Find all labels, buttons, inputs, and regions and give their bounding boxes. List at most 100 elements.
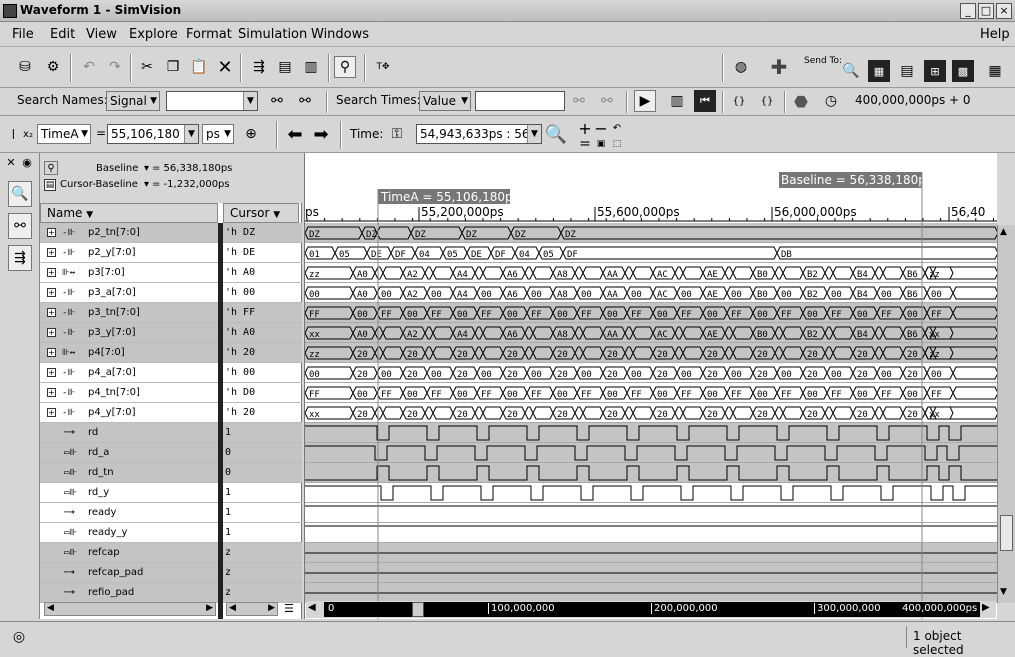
- signal-row-refio-pad[interactable]: ─➜ refio_pad z: [40, 583, 302, 603]
- find-icon[interactable]: ⚯: [8, 213, 32, 239]
- send-to-source-icon[interactable]: ▤: [896, 60, 918, 82]
- cursor-scroll-left-icon[interactable]: ◀: [229, 603, 236, 613]
- search-icon[interactable]: ⚲: [44, 161, 58, 175]
- signal-ungroup-icon[interactable]: ▥: [300, 56, 322, 78]
- signal-group-icon[interactable]: ▤: [274, 56, 296, 78]
- run-icon[interactable]: ▶: [634, 90, 656, 112]
- browse-icon[interactable]: 🔍: [8, 181, 32, 207]
- column-divider[interactable]: [218, 223, 223, 619]
- signal-row-p2-tn[interactable]: + -⊪ p2_tn[7:0] 'h DZ: [40, 223, 302, 243]
- signal-row-p3-tn[interactable]: + -⊪ p3_tn[7:0] 'h FF: [40, 303, 302, 323]
- name-column-header[interactable]: Name ▼: [40, 203, 218, 223]
- zoom-icon[interactable]: 🔍: [545, 123, 567, 145]
- step-icon[interactable]: ▥: [666, 90, 688, 112]
- search-next-icon[interactable]: ⚯: [294, 90, 316, 112]
- close-button[interactable]: ×: [996, 3, 1012, 19]
- send-to-memory-icon[interactable]: ▩: [952, 60, 974, 82]
- reload-icon[interactable]: ⚙: [42, 56, 64, 78]
- cursor-time-input[interactable]: 55,106,180 ▼: [107, 124, 199, 144]
- timeline-right-icon[interactable]: ▶: [982, 602, 990, 613]
- search-times-type-select[interactable]: Value ▼: [419, 91, 471, 111]
- name-scroll-right-icon[interactable]: ▶: [206, 603, 213, 613]
- signal-row-p2-y[interactable]: + -⊪ p2_y[7:0] 'h DE: [40, 243, 302, 263]
- rewind-icon[interactable]: ⏮: [694, 90, 716, 112]
- cursor-options-icon[interactable]: ⊕: [240, 123, 262, 145]
- signal-row-refcap[interactable]: ▭⊪ refcap z: [40, 543, 302, 563]
- vertical-scrollbar[interactable]: ▲ ▼: [997, 225, 1015, 603]
- cursor-column-header[interactable]: Cursor ▼: [223, 203, 299, 223]
- expand-icon[interactable]: +: [47, 268, 56, 277]
- time-range-input[interactable]: 54,943,633ps : 56, ▼: [416, 124, 542, 144]
- transaction-icon[interactable]: T✥: [372, 56, 394, 78]
- expand-icon[interactable]: +: [47, 408, 56, 417]
- expand-icon[interactable]: +: [47, 228, 56, 237]
- signal-row-p4-tn[interactable]: + -⊪ p4_tn[7:0] 'h D0: [40, 383, 302, 403]
- timeline-bar[interactable]: ◀ 0 100,000,000 200,000,000 300,000,000 …: [306, 601, 996, 618]
- expand-icon[interactable]: +: [47, 248, 56, 257]
- scroll-down-icon[interactable]: ▼: [1000, 587, 1007, 597]
- signal-row-p4-y[interactable]: + -⊪ p4_y[7:0] 'h 20: [40, 403, 302, 423]
- waveform-canvas[interactable]: ps 55,200,000ps 55,600,000ps 56,000,000ps 56…: [305, 153, 997, 619]
- signal-row-rd[interactable]: ─➜ rd 1: [40, 423, 302, 443]
- search-signals-icon[interactable]: ⚲: [334, 56, 356, 78]
- cut-icon[interactable]: ✂: [136, 56, 158, 78]
- expand-icon[interactable]: +: [47, 328, 56, 337]
- name-hscrollbar[interactable]: ◀ ▶: [44, 602, 216, 616]
- signal-row-p4[interactable]: + ⊪↔ p4[7:0] 'h 20: [40, 343, 302, 363]
- menu-format[interactable]: Format: [186, 27, 232, 42]
- signal-row-ready[interactable]: ─➜ ready 1: [40, 503, 302, 523]
- menu-edit[interactable]: Edit: [50, 27, 75, 42]
- scroll-up-icon[interactable]: ▲: [1000, 227, 1007, 237]
- signal-row-rd-a[interactable]: ▭⊪ rd_a 0: [40, 443, 302, 463]
- properties-icon[interactable]: ⇶: [8, 245, 32, 271]
- pane-menu-icon[interactable]: ◉: [20, 155, 34, 169]
- timeline-track[interactable]: 0 100,000,000 200,000,000 300,000,000 40…: [324, 602, 980, 617]
- baseline-arrow-icon[interactable]: ▾: [144, 163, 149, 174]
- minimize-button[interactable]: _: [960, 3, 976, 19]
- menu-simulation[interactable]: Simulation: [238, 27, 307, 42]
- signal-row-rd-y[interactable]: ▭⊪ rd_y 1: [40, 483, 302, 503]
- signal-row-p3[interactable]: + ⊪↔ p3[7:0] 'h A0: [40, 263, 302, 283]
- expand-icon[interactable]: +: [47, 368, 56, 377]
- time-lock-icon[interactable]: ⚿: [386, 123, 408, 145]
- signal-row-rd-tn[interactable]: ▭⊪ rd_tn 0: [40, 463, 302, 483]
- globe-icon[interactable]: ◍: [730, 56, 752, 78]
- close-pane-icon[interactable]: ✕: [4, 155, 18, 169]
- redo-icon[interactable]: ↷: [104, 56, 126, 78]
- maximize-button[interactable]: □: [978, 3, 994, 19]
- cursor-name-select[interactable]: TimeA ▼: [37, 124, 91, 144]
- cursor-hscrollbar[interactable]: ◀ ▶: [226, 602, 278, 616]
- cursor-scroll-right-icon[interactable]: ▶: [268, 603, 275, 613]
- next-edge-icon[interactable]: ➡: [310, 123, 332, 145]
- signal-row-p4-a[interactable]: + -⊪ p4_a[7:0] 'h 00: [40, 363, 302, 383]
- send-to-browser-icon[interactable]: 🔍: [840, 60, 862, 82]
- expand-icon[interactable]: +: [47, 308, 56, 317]
- menu-help[interactable]: Help: [980, 27, 1010, 42]
- step-over-icon[interactable]: {}: [756, 90, 778, 112]
- signal-row-p3-y[interactable]: + -⊪ p3_y[7:0] 'h A0: [40, 323, 302, 343]
- paste-icon[interactable]: 📋: [188, 56, 210, 78]
- copy-icon[interactable]: ❐: [162, 56, 184, 78]
- vertical-scroll-thumb[interactable]: [1000, 515, 1013, 551]
- search-names-input[interactable]: ▼: [166, 91, 258, 111]
- signal-row-refcap-pad[interactable]: ─➜ refcap_pad z: [40, 563, 302, 583]
- timeline-viewport-handle[interactable]: [412, 602, 424, 617]
- search-names-type-select[interactable]: Signal ▼: [106, 91, 160, 111]
- menu-windows[interactable]: Windows: [311, 27, 369, 42]
- list-view-icon[interactable]: ☰: [284, 602, 294, 615]
- add-icon[interactable]: ✚: [768, 55, 790, 79]
- cursor-units-select[interactable]: ps ▼: [202, 124, 234, 144]
- signal-row-ready-y[interactable]: ▭⊪ ready_y 1: [40, 523, 302, 543]
- waveform-pane[interactable]: ps 55,200,000ps 55,600,000ps 56,000,000ps 56…: [304, 153, 997, 619]
- expand-icon[interactable]: +: [47, 388, 56, 397]
- calculator-icon[interactable]: ▦: [984, 60, 1006, 82]
- prev-edge-icon[interactable]: ⬅: [284, 123, 306, 145]
- stop-icon[interactable]: ⬣: [790, 90, 812, 112]
- step-into-icon[interactable]: {}: [728, 90, 750, 112]
- search-prev-icon[interactable]: ⚯: [266, 90, 288, 112]
- search-times-input[interactable]: [475, 91, 565, 111]
- menu-explore[interactable]: Explore: [129, 27, 178, 42]
- zoom-cursor-icon[interactable]: ⬚: [606, 133, 628, 155]
- timeline-left-icon[interactable]: ◀: [308, 602, 316, 613]
- search-time-next-icon[interactable]: ⚯: [596, 90, 618, 112]
